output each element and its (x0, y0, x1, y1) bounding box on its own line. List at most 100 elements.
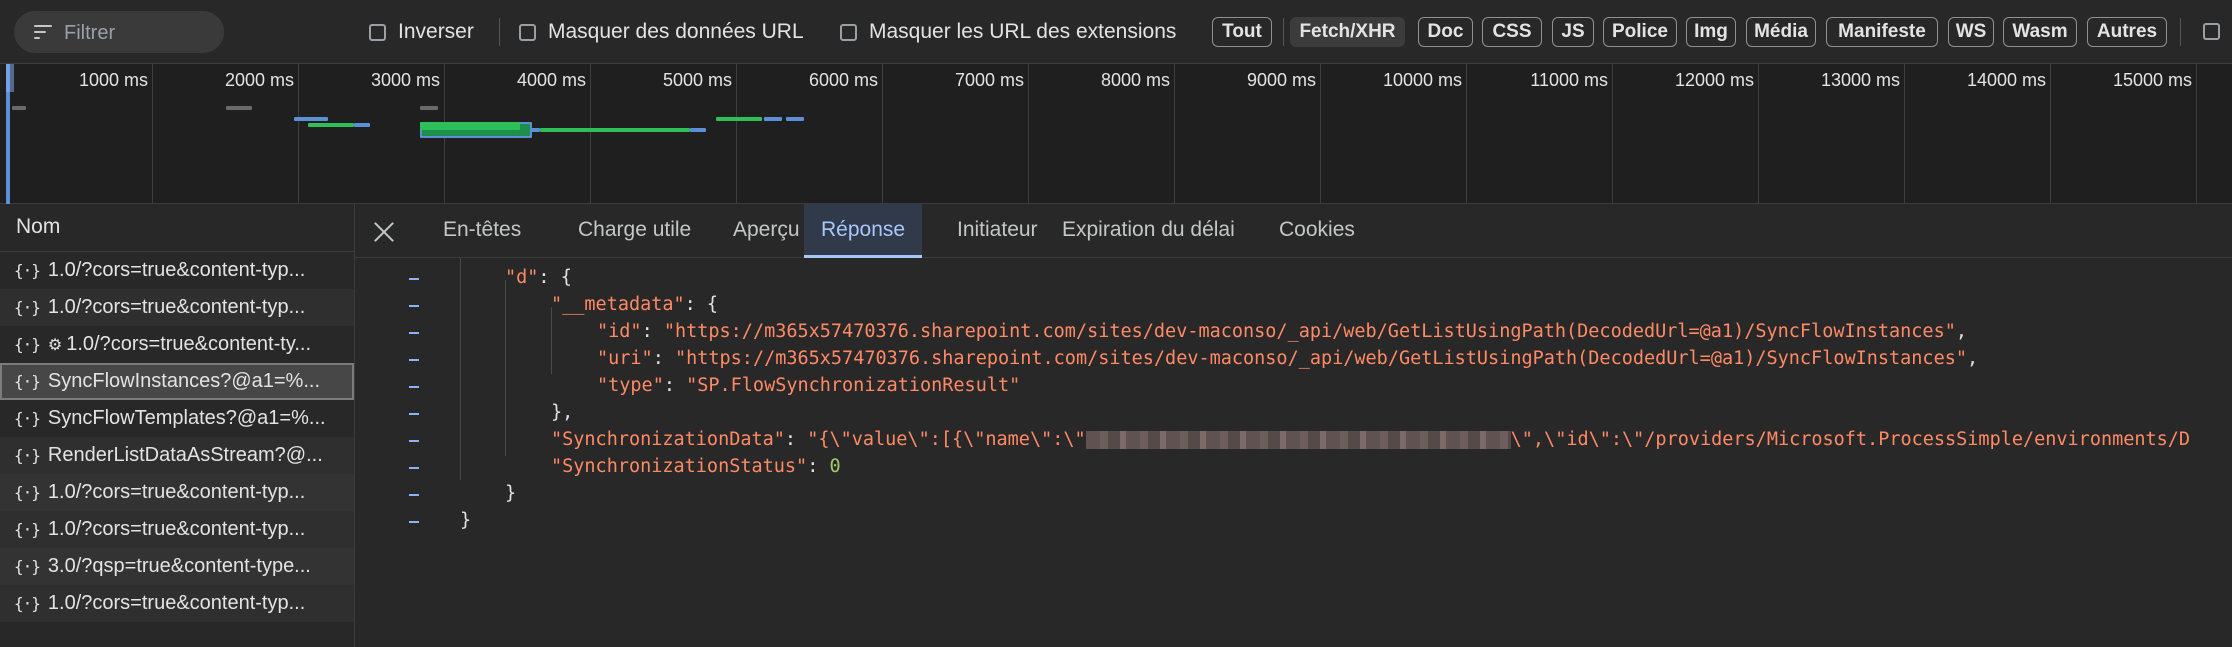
timeline-tick-label: 3000 ms (370, 70, 440, 90)
json-value-synchronization-data-end: \",\"id\":\"/providers/Microsoft.Process… (1510, 429, 2191, 450)
request-row[interactable]: {·} 1.0/?cors=true&content-typ... (0, 511, 354, 548)
timeline-gridline (1612, 64, 1613, 204)
divider (499, 18, 500, 46)
filter-input[interactable]: Filtrer (14, 11, 224, 53)
redacted-blur (1085, 431, 1511, 449)
timeline-bar (294, 117, 328, 121)
blocked-requests-checkbox[interactable] (2203, 23, 2220, 40)
timeline-gridline (1466, 64, 1467, 204)
fold-marker[interactable] (409, 440, 419, 442)
timeline-bar (420, 106, 438, 110)
json-value-type: "SP.FlowSynchronizationResult" (686, 375, 1021, 396)
type-filter-all[interactable]: Tout (1212, 17, 1272, 47)
json-key-id: "id" (597, 321, 642, 342)
request-name: 1.0/?cors=true&content-typ... (47, 518, 306, 540)
tab-preview[interactable]: Aperçu (716, 204, 817, 257)
request-row[interactable]: {·} 1.0/?cors=true&content-typ... (0, 252, 354, 289)
json-key-uri: "uri" (597, 348, 653, 369)
timeline-tick-label: 1000 ms (78, 70, 148, 90)
timeline-range-highlight (6, 64, 14, 92)
timeline-bar (786, 117, 804, 121)
type-filter-css[interactable]: CSS (1482, 17, 1542, 47)
invert-checkbox-box[interactable] (369, 23, 386, 41)
type-filter-img[interactable]: Img (1686, 17, 1736, 47)
json-icon: {·} (14, 409, 41, 428)
tab-cookies[interactable]: Cookies (1262, 204, 1372, 257)
json-value-id: "https://m365x57470376.sharepoint.com/si… (663, 321, 1956, 342)
request-row[interactable]: {·} ⚙ 1.0/?cors=true&content-ty... (0, 326, 354, 363)
hide-extension-urls-box[interactable] (840, 23, 857, 41)
type-filter-wasm[interactable]: Wasm (2003, 17, 2077, 47)
timeline-tick-label: 7000 ms (954, 70, 1024, 90)
timeline-gridline (2050, 64, 2051, 204)
fold-marker[interactable] (409, 278, 419, 280)
request-name: 1.0/?cors=true&content-typ... (47, 592, 306, 614)
request-detail-panel: En-têtes Charge utile Aperçu Réponse Ini… (355, 204, 2232, 647)
type-filter-font[interactable]: Police (1603, 17, 1677, 47)
tab-headers[interactable]: En-têtes (426, 204, 538, 257)
fold-marker[interactable] (409, 494, 419, 496)
json-icon: {·} (14, 520, 41, 539)
timeline-tick-label: 8000 ms (1100, 70, 1170, 90)
request-name: 1.0/?cors=true&content-ty... (66, 333, 312, 355)
timeline-tick-label: 10000 ms (1382, 70, 1462, 90)
timeline-bar (12, 106, 26, 110)
hide-data-urls-checkbox[interactable]: Masquer des données URL (519, 20, 804, 44)
request-row[interactable]: {·} SyncFlowTemplates?@a1=%... (0, 400, 354, 437)
request-name: 1.0/?cors=true&content-typ... (47, 296, 306, 318)
response-json-viewer[interactable]: "d": { "__metadata": { "id": "https://m3… (355, 258, 2232, 647)
timeline-gridline (1028, 64, 1029, 204)
timeline-tick-label: 4000 ms (516, 70, 586, 90)
request-row[interactable]: {·} RenderListDataAsStream?@... (0, 437, 354, 474)
timeline-bar (540, 128, 690, 132)
close-icon[interactable] (373, 221, 395, 243)
timeline-tick-label: 14000 ms (1966, 70, 2046, 90)
json-value-synchronization-status: 0 (829, 456, 841, 477)
request-row[interactable]: {·} 3.0/?qsp=true&content-type... (0, 548, 354, 585)
type-filter-manifest[interactable]: Manifeste (1826, 17, 1938, 47)
request-row[interactable]: {·} 1.0/?cors=true&content-typ... (0, 474, 354, 511)
timeline-bar (226, 106, 252, 110)
hide-extension-urls-label: Masquer les URL des extensions (869, 20, 1177, 43)
timeline-gridline (1904, 64, 1905, 204)
json-line: } (460, 510, 472, 531)
type-filter-ws[interactable]: WS (1948, 17, 1994, 47)
divider (2180, 18, 2181, 46)
json-line: "SynchronizationStatus": 0 (551, 456, 841, 477)
fold-marker[interactable] (409, 386, 419, 388)
hide-data-urls-box[interactable] (519, 23, 536, 41)
fold-marker[interactable] (409, 332, 419, 334)
timeline-gridline (1174, 64, 1175, 204)
type-filter-media[interactable]: Média (1746, 17, 1816, 47)
json-line: "__metadata": { (551, 294, 719, 315)
type-filter-other[interactable]: Autres (2087, 17, 2167, 47)
fold-marker[interactable] (409, 305, 419, 307)
request-row[interactable]: {·} 1.0/?cors=true&content-typ... (0, 289, 354, 326)
type-filter-js[interactable]: JS (1552, 17, 1594, 47)
json-key-d: "d" (505, 267, 539, 288)
network-filter-bar: Filtrer Inverser Masquer des données URL… (0, 0, 2232, 64)
json-icon: {·} (14, 372, 41, 391)
tab-timing[interactable]: Expiration du délai (1045, 204, 1252, 257)
type-filter-doc[interactable]: Doc (1418, 17, 1473, 47)
fold-marker[interactable] (409, 467, 419, 469)
fold-marker[interactable] (409, 413, 419, 415)
tab-initiator[interactable]: Initiateur (940, 204, 1055, 257)
name-column-header[interactable]: Nom (0, 204, 354, 252)
tab-response[interactable]: Réponse (804, 204, 923, 258)
fold-marker[interactable] (409, 521, 419, 523)
network-timeline[interactable]: 1000 ms 2000 ms 3000 ms 4000 ms 5000 ms … (0, 64, 2232, 204)
hide-extension-urls-checkbox[interactable]: Masquer les URL des extensions (840, 20, 1176, 44)
timeline-tick-label: 6000 ms (808, 70, 878, 90)
request-row-selected[interactable]: {·} SyncFlowInstances?@a1=%... (0, 363, 354, 400)
type-filter-fetch-xhr[interactable]: Fetch/XHR (1290, 17, 1405, 47)
json-value-uri: "https://m365x57470376.sharepoint.com/si… (674, 348, 1967, 369)
json-key-synchronization-status: "SynchronizationStatus" (551, 456, 808, 477)
request-row[interactable]: {·} 1.0/?cors=true&content-typ... (0, 585, 354, 622)
json-icon: {·} (14, 446, 41, 465)
fold-marker[interactable] (409, 359, 419, 361)
tab-payload[interactable]: Charge utile (561, 204, 708, 257)
timeline-gridline (1320, 64, 1321, 204)
invert-checkbox[interactable]: Inverser (369, 20, 474, 44)
invert-label: Inverser (398, 20, 474, 43)
